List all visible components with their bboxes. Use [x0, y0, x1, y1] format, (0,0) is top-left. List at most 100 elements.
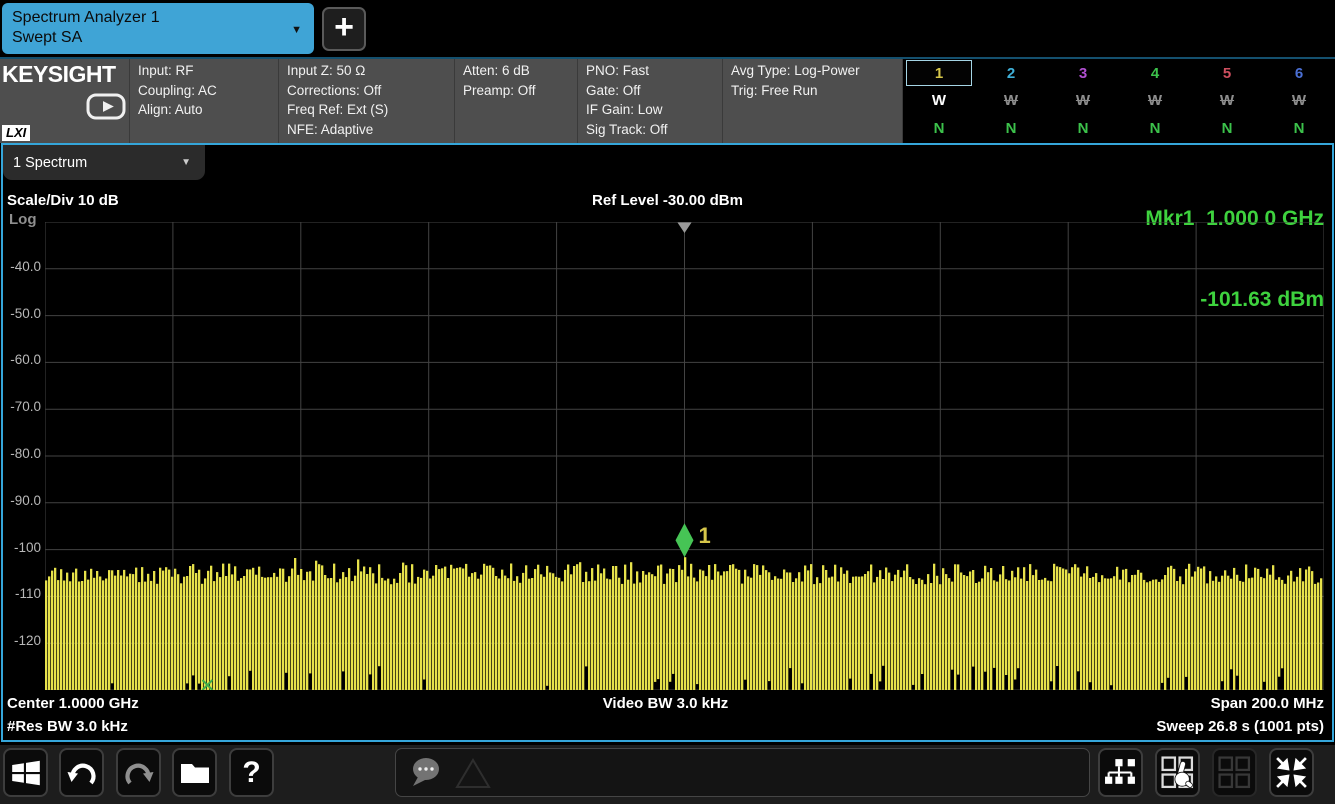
header-col-atten[interactable]: Atten: 6 dBPreamp: Off [454, 59, 577, 143]
span-annotation[interactable]: Span 200.0 MHz [1211, 695, 1324, 712]
header-col-pno[interactable]: PNO: FastGate: OffIF Gain: LowSig Track:… [577, 59, 722, 143]
trace-column-6[interactable]: 6WN [1263, 59, 1335, 143]
trace-number[interactable]: 1 [906, 60, 972, 86]
log-scale-label: Log [9, 211, 37, 228]
trace-normalize-state[interactable]: N [1119, 114, 1191, 142]
keysight-logo: KEYSIGHT [0, 59, 129, 88]
windows-start-button[interactable] [3, 748, 48, 797]
app-tab-subtitle: Swept SA [12, 28, 290, 48]
continuous-sweep-icon[interactable] [86, 93, 126, 125]
trace-detector-state[interactable]: W [975, 86, 1047, 114]
header-setting-line[interactable]: PNO: Fast [586, 61, 714, 81]
chevron-down-icon[interactable]: ▼ [291, 24, 302, 36]
header-setting-line[interactable]: Avg Type: Log-Power [731, 61, 894, 81]
annotation-row-2: #Res BW 3.0 kHz Sweep 26.8 s (1001 pts) [7, 718, 1324, 738]
header-setting-line[interactable]: Corrections: Off [287, 81, 446, 101]
header-setting-line[interactable]: Input: RF [138, 61, 270, 81]
header-setting-line[interactable]: Freq Ref: Ext (S) [287, 100, 446, 120]
y-axis-tick: -40.0 [3, 259, 41, 279]
help-button[interactable]: ? [229, 748, 274, 797]
res-bw-annotation[interactable]: #Res BW 3.0 kHz [7, 718, 128, 735]
add-tab-button[interactable]: + [322, 7, 366, 51]
trace-detector-state[interactable]: W [1263, 86, 1335, 114]
center-frequency-annotation[interactable]: Center 1.0000 GHz [7, 695, 139, 712]
ref-level-indicator-icon [678, 223, 692, 234]
open-folder-icon [178, 757, 212, 789]
header-col-impedance[interactable]: Input Z: 50 ΩCorrections: OffFreq Ref: E… [278, 59, 454, 143]
collapse-view-button[interactable] [1269, 748, 1314, 797]
header-setting-line[interactable]: Preamp: Off [463, 81, 569, 101]
trace-table: 1WN2WN3WN4WN5WN6WN [902, 59, 1335, 143]
trace-number[interactable]: 4 [1122, 60, 1188, 86]
lxi-badge: LXI [2, 125, 30, 141]
open-file-button[interactable] [172, 748, 217, 797]
window-grid-icon [1217, 755, 1252, 790]
header-col-input[interactable]: Input: RFCoupling: ACAlign: Auto [129, 59, 278, 143]
trace-normalize-state[interactable]: N [1191, 114, 1263, 142]
trace-number[interactable]: 3 [1050, 60, 1116, 86]
window-select-hand-icon [1160, 755, 1195, 790]
video-bw-annotation[interactable]: Video BW 3.0 kHz [603, 695, 729, 712]
spectrum-analyzer-app: Spectrum Analyzer 1 Swept SA ▼ + KEYSIGH… [0, 0, 1335, 804]
y-axis-tick: -80.0 [3, 446, 41, 466]
trace-number[interactable]: 6 [1266, 60, 1332, 86]
header-setting-line[interactable]: IF Gain: Low [586, 100, 714, 120]
trace-detector-state[interactable]: W [903, 86, 975, 114]
header-setting-line[interactable]: Input Z: 50 Ω [287, 61, 446, 81]
trace-detector-state[interactable]: W [1119, 86, 1191, 114]
settings-header: KEYSIGHT LXI Input: RFCoupling: ACAlign:… [0, 57, 1335, 143]
header-setting-line[interactable]: NFE: Adaptive [287, 120, 446, 140]
spectrum-plot[interactable]: 1 [45, 222, 1324, 690]
header-setting-line[interactable]: Sig Track: Off [586, 120, 714, 140]
trace-column-3[interactable]: 3WN [1047, 59, 1119, 143]
header-col-avg[interactable]: Avg Type: Log-PowerTrig: Free Run [722, 59, 902, 143]
undo-button[interactable] [59, 748, 104, 797]
y-axis-tick: -100 [3, 540, 41, 560]
trace-normalize-state[interactable]: N [1047, 114, 1119, 142]
trace-number[interactable]: 2 [978, 60, 1044, 86]
display-area: 1 Spectrum ▼ Mkr1 1.000 0 GHz -101.63 dB… [1, 143, 1334, 742]
ref-level-label[interactable]: Ref Level -30.00 dBm [3, 192, 1332, 209]
window-layout-tree-icon [1104, 756, 1137, 789]
undo-arrow-icon [66, 757, 98, 789]
trace-column-1[interactable]: 1WN [903, 59, 975, 143]
window-selector-label: 1 Spectrum [13, 155, 87, 171]
header-setting-line[interactable]: Atten: 6 dB [463, 61, 569, 81]
speech-bubble-icon[interactable] [406, 755, 450, 796]
y-axis-tick: -70.0 [3, 399, 41, 419]
trace-column-5[interactable]: 5WN [1191, 59, 1263, 143]
app-tab-title: Spectrum Analyzer 1 [12, 8, 290, 28]
sweep-annotation[interactable]: Sweep 26.8 s (1001 pts) [1156, 718, 1324, 735]
window-grid-button [1212, 748, 1257, 797]
header-setting-line[interactable]: Trig: Free Run [731, 81, 894, 101]
redo-button[interactable] [116, 748, 161, 797]
chevron-down-icon: ▼ [181, 157, 191, 168]
trace-column-2[interactable]: 2WN [975, 59, 1047, 143]
header-setting-line[interactable]: Gate: Off [586, 81, 714, 101]
window-selector-dropdown[interactable]: 1 Spectrum ▼ [3, 145, 205, 180]
keysight-panel: KEYSIGHT LXI [0, 59, 129, 143]
trace-column-4[interactable]: 4WN [1119, 59, 1191, 143]
trace-detector-state[interactable]: W [1047, 86, 1119, 114]
header-setting-line[interactable]: Align: Auto [138, 100, 270, 120]
marker-1-label: 1 [699, 523, 711, 548]
trace-detector-state[interactable]: W [1191, 86, 1263, 114]
app-tab-spectrum-analyzer[interactable]: Spectrum Analyzer 1 Swept SA ▼ [2, 3, 314, 54]
y-axis-tick: -110 [3, 586, 41, 606]
collapse-arrows-icon [1274, 755, 1309, 790]
redo-arrow-icon [123, 757, 155, 789]
marker-1-diamond-icon[interactable] [676, 523, 694, 557]
triangle-outline-icon [454, 757, 492, 796]
question-mark-icon: ? [242, 756, 260, 790]
trace-number[interactable]: 5 [1194, 60, 1260, 86]
window-select-button[interactable] [1155, 748, 1200, 797]
annotation-row-1: Center 1.0000 GHz Video BW 3.0 kHz Span … [7, 695, 1324, 715]
message-bar[interactable] [395, 748, 1090, 797]
trace-normalize-state[interactable]: N [975, 114, 1047, 142]
window-layout-button[interactable] [1098, 748, 1143, 797]
trace-normalize-state[interactable]: N [1263, 114, 1335, 142]
header-setting-line[interactable]: Coupling: AC [138, 81, 270, 101]
y-axis-tick: -60.0 [3, 352, 41, 372]
y-axis-tick: -90.0 [3, 493, 41, 513]
trace-normalize-state[interactable]: N [903, 114, 975, 142]
